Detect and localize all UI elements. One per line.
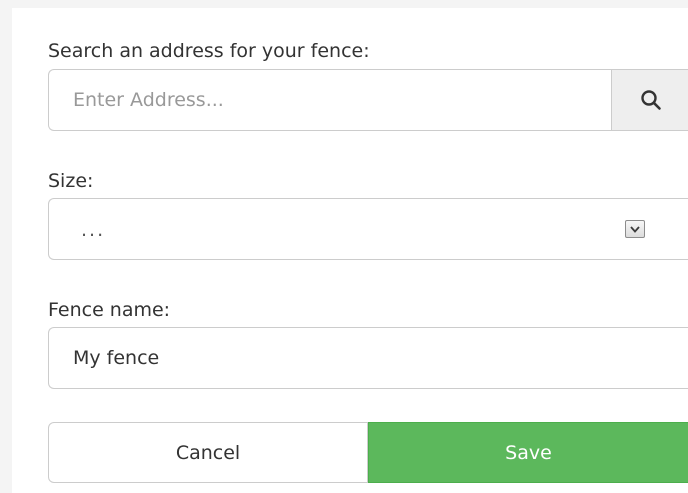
search-icon [640, 90, 661, 110]
address-search-group [48, 69, 688, 131]
size-select[interactable]: ... [48, 198, 688, 260]
address-search-input[interactable] [49, 70, 611, 130]
size-select-value: ... [81, 219, 106, 241]
save-button[interactable]: Save [368, 422, 688, 483]
search-address-label: Search an address for your fence: [48, 40, 370, 62]
cancel-button[interactable]: Cancel [48, 422, 368, 483]
size-label: Size: [48, 170, 94, 192]
chevron-down-icon [625, 220, 645, 238]
fence-name-label: Fence name: [48, 299, 171, 321]
fence-name-input[interactable] [48, 327, 688, 389]
search-button[interactable] [611, 70, 688, 130]
